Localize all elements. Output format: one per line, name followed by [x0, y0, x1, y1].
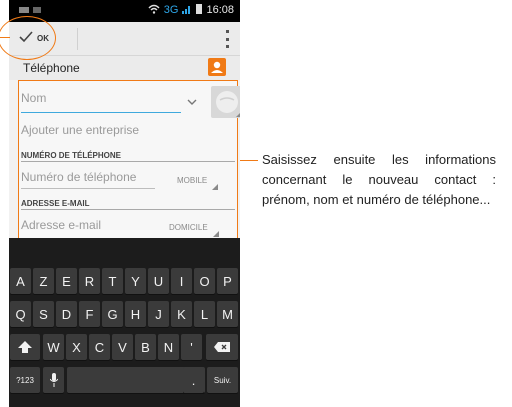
key[interactable]: L [194, 301, 215, 327]
signal-icon [182, 4, 192, 17]
key[interactable]: W [43, 334, 64, 360]
key[interactable]: E [56, 268, 77, 294]
phone-section-header: NUMÉRO DE TÉLÉPHONE [21, 151, 122, 160]
key[interactable]: I [171, 268, 192, 294]
email-input[interactable]: Adresse e-mail [21, 218, 101, 232]
phone-section-divider [21, 161, 235, 162]
key[interactable]: G [102, 301, 123, 327]
key[interactable]: P [217, 268, 238, 294]
key[interactable]: C [89, 334, 110, 360]
account-label: Téléphone [23, 61, 80, 75]
account-icon [208, 58, 226, 76]
chevron-down-icon[interactable] [187, 93, 197, 111]
notification-icons [19, 5, 49, 15]
battery-icon [196, 3, 203, 17]
key[interactable]: X [66, 334, 87, 360]
next-key[interactable]: Suiv. [207, 367, 238, 393]
key[interactable]: B [135, 334, 156, 360]
key[interactable]: D [56, 301, 77, 327]
contact-form: Nom Ajouter une entreprise NUMÉRO DE TÉL… [18, 80, 240, 240]
key[interactable]: F [79, 301, 100, 327]
status-time: 16:08 [206, 4, 234, 16]
shift-icon[interactable] [10, 334, 40, 360]
email-type-select[interactable]: DOMICILE [169, 223, 208, 232]
phone-underline [21, 188, 155, 189]
key[interactable]: K [171, 301, 192, 327]
backspace-icon[interactable] [206, 334, 238, 360]
annotation-caption: Saisissez ensuite les informations conce… [262, 152, 496, 207]
company-link[interactable]: Ajouter une entreprise [21, 123, 139, 137]
photo-corner-icon [236, 111, 240, 117]
key[interactable]: O [194, 268, 215, 294]
key[interactable]: A [10, 268, 31, 294]
key[interactable]: V [112, 334, 133, 360]
key[interactable]: Z [33, 268, 54, 294]
wifi-icon [148, 4, 160, 17]
action-bar-divider [77, 28, 78, 50]
annotation-leader-right [240, 160, 258, 161]
key[interactable]: S [33, 301, 54, 327]
ok-button-highlight [0, 16, 56, 60]
annotation-leader-left [0, 37, 10, 38]
key[interactable]: Y [125, 268, 146, 294]
overflow-menu-icon[interactable] [226, 30, 230, 48]
key[interactable]: Q [10, 301, 31, 327]
key[interactable]: R [79, 268, 100, 294]
period-key[interactable]: . [183, 367, 204, 393]
contact-photo-icon[interactable] [211, 86, 240, 118]
symbols-key[interactable]: ?123 [10, 367, 40, 393]
key[interactable]: J [148, 301, 169, 327]
key[interactable]: M [217, 301, 238, 327]
key[interactable]: N [158, 334, 179, 360]
key[interactable]: H [125, 301, 146, 327]
phone-screen: 3G 16:08 OK Téléphone Nom Ajouter une en… [9, 0, 240, 407]
phone-type-select[interactable]: MOBILE [177, 176, 207, 185]
email-section-divider [21, 209, 235, 210]
phone-type-corner-icon [212, 184, 218, 190]
microphone-icon[interactable] [43, 367, 64, 393]
name-input[interactable]: Nom [21, 91, 46, 105]
key[interactable]: T [102, 268, 123, 294]
soft-keyboard: A Z E R T Y U I O P Q S D F G H J K L M … [9, 238, 240, 407]
key[interactable]: ' [181, 334, 202, 360]
network-type: 3G [163, 4, 179, 16]
name-underline [21, 112, 181, 113]
account-row[interactable]: Téléphone [9, 56, 240, 80]
phone-input[interactable]: Numéro de téléphone [21, 170, 136, 184]
email-type-corner-icon [213, 231, 219, 237]
key[interactable]: U [148, 268, 169, 294]
status-bar: 3G 16:08 [9, 0, 240, 22]
email-section-header: ADRESSE E-MAIL [21, 199, 90, 208]
